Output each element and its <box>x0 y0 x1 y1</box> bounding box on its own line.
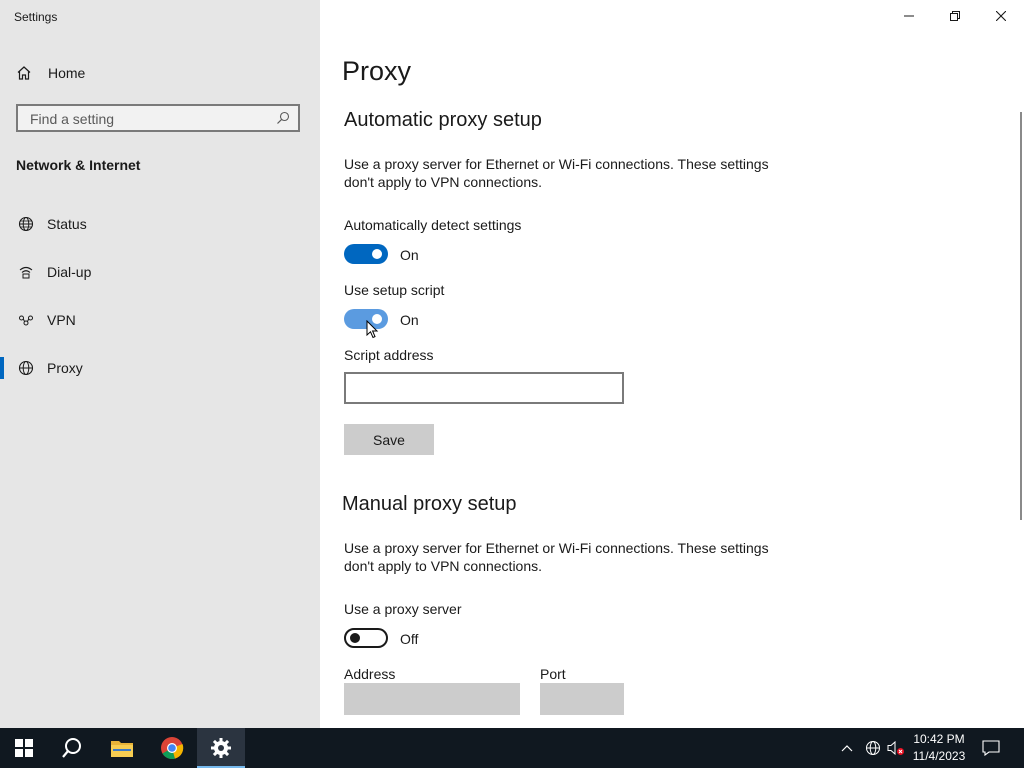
address-input[interactable] <box>344 683 520 715</box>
home-label: Home <box>48 65 86 81</box>
search-icon <box>62 738 81 758</box>
main-content: Proxy Automatic proxy setup Use a proxy … <box>320 0 1024 728</box>
globe-icon <box>16 216 36 232</box>
home-icon <box>17 66 31 80</box>
chrome-icon <box>161 737 184 760</box>
windows-icon <box>15 739 33 757</box>
chevron-up-icon[interactable] <box>841 744 853 752</box>
globe-icon <box>16 360 36 376</box>
clock-date: 11/4/2023 <box>912 749 966 763</box>
manual-proxy-heading: Manual proxy setup <box>342 493 517 515</box>
port-input[interactable] <box>540 683 624 715</box>
sidebar-nav: Status Dial-up VPN Proxy <box>0 200 320 392</box>
taskbar: 10:42 PM 11/4/2023 <box>0 728 1024 768</box>
port-label: Port <box>540 666 566 682</box>
setup-script-state: On <box>400 312 419 328</box>
sidebar-item-label: Status <box>47 216 87 232</box>
toggle-knob <box>350 633 360 643</box>
toggle-knob <box>372 249 382 259</box>
use-proxy-label: Use a proxy server <box>344 601 462 617</box>
search-taskbar-button[interactable] <box>48 728 96 768</box>
sidebar: Settings Home Network & Internet <box>0 0 320 728</box>
app-title: Settings <box>14 10 58 24</box>
system-tray <box>838 728 908 768</box>
taskbar-clock[interactable]: 10:42 PM 11/4/2023 <box>908 731 970 765</box>
section-title: Network & Internet <box>16 157 141 173</box>
script-address-label: Script address <box>344 347 434 363</box>
sidebar-item-status[interactable]: Status <box>0 200 320 248</box>
chrome-button[interactable] <box>148 728 196 768</box>
search-icon[interactable] <box>276 111 290 125</box>
use-proxy-toggle[interactable] <box>344 628 388 648</box>
vpn-icon <box>16 312 36 328</box>
scrollbar[interactable] <box>1020 112 1022 520</box>
page-title: Proxy <box>342 56 412 86</box>
folder-icon <box>111 741 133 757</box>
search-input[interactable] <box>28 106 272 132</box>
sidebar-item-vpn[interactable]: VPN <box>0 296 320 344</box>
sidebar-item-label: VPN <box>47 312 76 328</box>
network-globe-icon[interactable] <box>865 740 881 756</box>
search-box[interactable] <box>16 104 300 132</box>
sidebar-item-proxy[interactable]: Proxy <box>0 344 320 392</box>
mouse-cursor-icon <box>366 320 379 339</box>
volume-muted-icon[interactable] <box>887 740 905 756</box>
dialup-icon <box>16 264 36 280</box>
manual-proxy-description: Use a proxy server for Ethernet or Wi-Fi… <box>344 540 769 574</box>
file-explorer-button[interactable] <box>98 728 146 768</box>
home-nav-item[interactable]: Home <box>16 62 85 84</box>
auto-detect-toggle[interactable] <box>344 244 388 264</box>
automatic-proxy-heading: Automatic proxy setup <box>344 109 542 131</box>
notification-icon <box>982 740 1000 756</box>
address-label: Address <box>344 666 396 682</box>
use-proxy-state: Off <box>400 631 419 647</box>
sidebar-item-label: Dial-up <box>47 264 92 280</box>
notifications-button[interactable] <box>968 728 1014 768</box>
script-address-input[interactable] <box>344 372 624 404</box>
auto-detect-label: Automatically detect settings <box>344 217 522 233</box>
settings-taskbar-button[interactable] <box>197 728 245 768</box>
sidebar-item-dialup[interactable]: Dial-up <box>0 248 320 296</box>
save-button[interactable]: Save <box>344 424 434 455</box>
automatic-proxy-description: Use a proxy server for Ethernet or Wi-Fi… <box>344 156 769 190</box>
gear-icon <box>211 738 231 758</box>
setup-script-label: Use setup script <box>344 282 445 298</box>
start-button[interactable] <box>0 728 48 768</box>
clock-time: 10:42 PM <box>913 732 965 746</box>
auto-detect-state: On <box>400 247 419 263</box>
sidebar-item-label: Proxy <box>47 360 83 376</box>
